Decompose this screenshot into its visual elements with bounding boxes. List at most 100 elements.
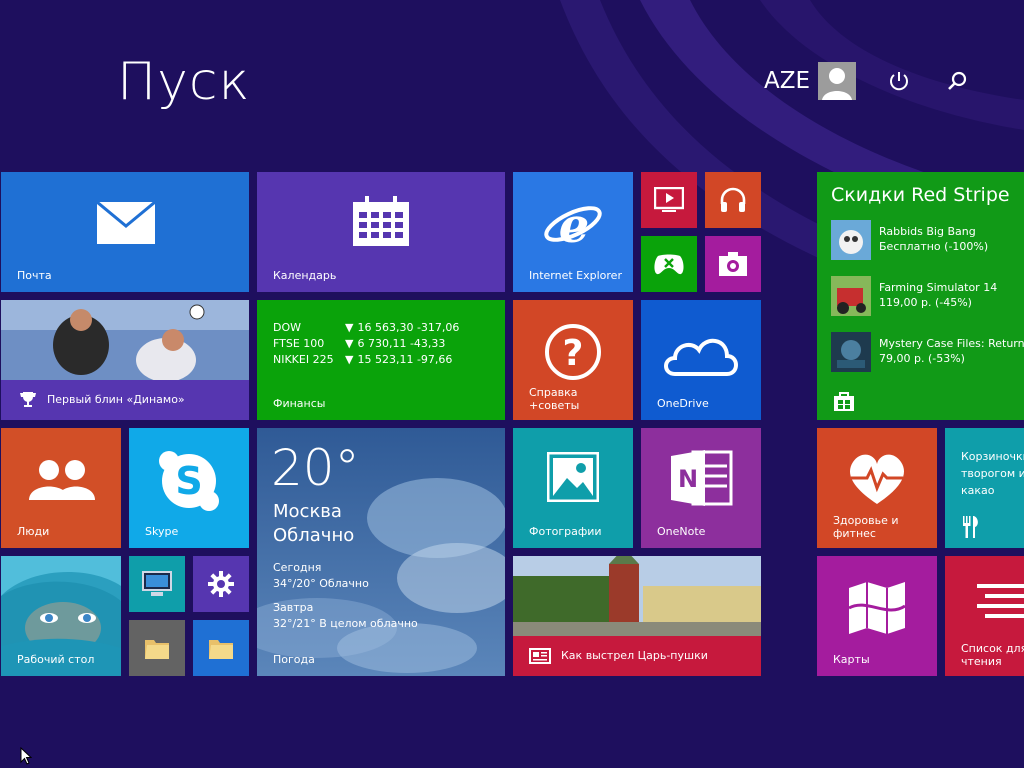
tile-calendar[interactable]: Календарь [257,172,505,292]
tile-label: Рабочий стол [17,653,95,666]
weather-today-label: Сегодня [273,561,322,574]
tile-label: Карты [833,653,870,666]
news-photo [513,556,761,636]
tile-label: Погода [273,653,315,666]
tile-label: Фотографии [529,525,602,538]
calendar-icon [353,196,409,246]
tile-internet-explorer[interactable]: e Internet Explorer [513,172,633,292]
tile-label: OneNote [657,525,706,538]
store-bag-icon [834,392,854,411]
onenote-icon: N [671,450,733,506]
tile-camera[interactable] [705,236,761,292]
svg-text:S: S [175,459,202,503]
svg-text:e: e [559,198,590,252]
trophy-icon [20,392,36,407]
tile-file-explorer[interactable] [129,620,185,676]
tile-music[interactable] [705,172,761,228]
store-item: Farming Simulator 14 119,00 р. (-45%) [831,276,1024,318]
svg-text:N: N [678,465,698,493]
tile-people[interactable]: Люди [1,428,121,548]
tile-help[interactable]: ? Справка +советы [513,300,633,420]
search-icon[interactable] [944,68,970,94]
tile-weather[interactable]: 20° Москва Облачно Сегодня 34°/20° Облач… [257,428,505,676]
sport-photo [1,300,249,380]
tile-store[interactable]: Скидки Red Stripe Rabbids Big Bang Беспл… [817,172,1024,420]
user-account[interactable]: AZE [764,60,857,102]
down-arrow-icon: ▼ [345,353,354,366]
store-title: Скидки Red Stripe [831,184,1010,206]
game-thumbnail [831,332,871,372]
game-thumbnail [831,220,871,260]
tile-label: Internet Explorer [529,269,622,282]
weather-today-value: 34°/20° Облачно [273,577,369,590]
tile-computer[interactable] [129,556,185,612]
weather-temperature: 20° [271,439,360,497]
stock-row: DOW ▼ 16 563,30 -317,06 [273,321,460,334]
headphones-icon [720,187,746,212]
tile-reading-list[interactable]: Список для чтения [945,556,1024,676]
stock-row: NIKKEI 225 ▼ 15 523,11 -97,66 [273,353,453,366]
food-recipe: Корзиночки с творогом и какао [961,450,1024,497]
folder-icon [209,640,233,659]
internet-explorer-icon: e [544,198,602,252]
tile-food[interactable]: Корзиночки с творогом и какао [945,428,1024,548]
weather-tomorrow-value: 32°/21° В целом облачно [273,617,418,630]
game-thumbnail [831,276,871,316]
skype-icon: S [159,451,219,511]
news-headline: Как выстрел Царь-пушки [561,649,708,662]
tile-news[interactable]: Как выстрел Царь-пушки [513,556,761,676]
tile-folder[interactable] [193,620,249,676]
heart-icon [850,454,904,504]
tile-label-line1: Справка [529,386,578,399]
tile-games[interactable] [641,236,697,292]
tile-mail[interactable]: Почта [1,172,249,292]
tile-label-line2: чтения [961,655,1002,668]
gamepad-icon [654,254,684,275]
stock-row: FTSE 100 ▼ 6 730,11 -43,33 [273,337,446,350]
down-arrow-icon: ▼ [345,337,354,350]
sport-bar: Первый блин «Динамо» [1,380,249,420]
tile-desktop[interactable]: Рабочий стол [1,556,121,676]
finance-stocks: DOW ▼ 16 563,30 -317,06 FTSE 100 ▼ 6 730… [273,320,459,368]
down-arrow-icon: ▼ [345,321,354,334]
sport-headline: Первый блин «Динамо» [47,393,185,406]
question-icon: ? [545,324,601,380]
envelope-icon [97,202,155,244]
mouse-cursor-icon [20,747,32,765]
tile-health[interactable]: Здоровье и фитнес [817,428,937,548]
tile-label-line1: Список для [961,642,1024,655]
weather-condition: Облачно [273,525,355,546]
tile-finance[interactable]: DOW ▼ 16 563,30 -317,06 FTSE 100 ▼ 6 730… [257,300,505,420]
svg-text:?: ? [563,333,584,374]
tile-maps[interactable]: Карты [817,556,937,676]
camera-icon [719,252,747,276]
user-name: AZE [764,68,811,94]
tile-settings[interactable] [193,556,249,612]
folder-icon [145,640,169,659]
tile-label-line1: Здоровье и [833,514,899,527]
tile-label: OneDrive [657,397,709,410]
tile-label: Календарь [273,269,337,282]
tile-video[interactable] [641,172,697,228]
tile-label: Почта [17,269,52,282]
weather-city: Москва [273,501,342,522]
map-icon [848,582,906,634]
tile-label: Люди [17,525,50,538]
tile-sport[interactable]: Первый блин «Динамо» [1,300,249,420]
store-item: Rabbids Big Bang Бесплатно (-100%) [831,220,1024,262]
tile-photos[interactable]: Фотографии [513,428,633,548]
user-avatar-icon [818,62,857,100]
cloud-icon [664,339,738,376]
fork-knife-icon [963,516,978,538]
news-icon [529,648,551,664]
tile-onedrive[interactable]: OneDrive [641,300,761,420]
tile-label: Skype [145,525,179,538]
tile-label-line2: фитнес [833,527,876,540]
weather-tomorrow-label: Завтра [273,601,314,614]
news-bar: Как выстрел Царь-пушки [513,636,761,676]
tile-onenote[interactable]: N OneNote [641,428,761,548]
power-icon[interactable] [886,68,912,94]
tile-label: Финансы [273,397,326,410]
tile-skype[interactable]: S Skype [129,428,249,548]
page-title: Пуск [117,52,251,112]
